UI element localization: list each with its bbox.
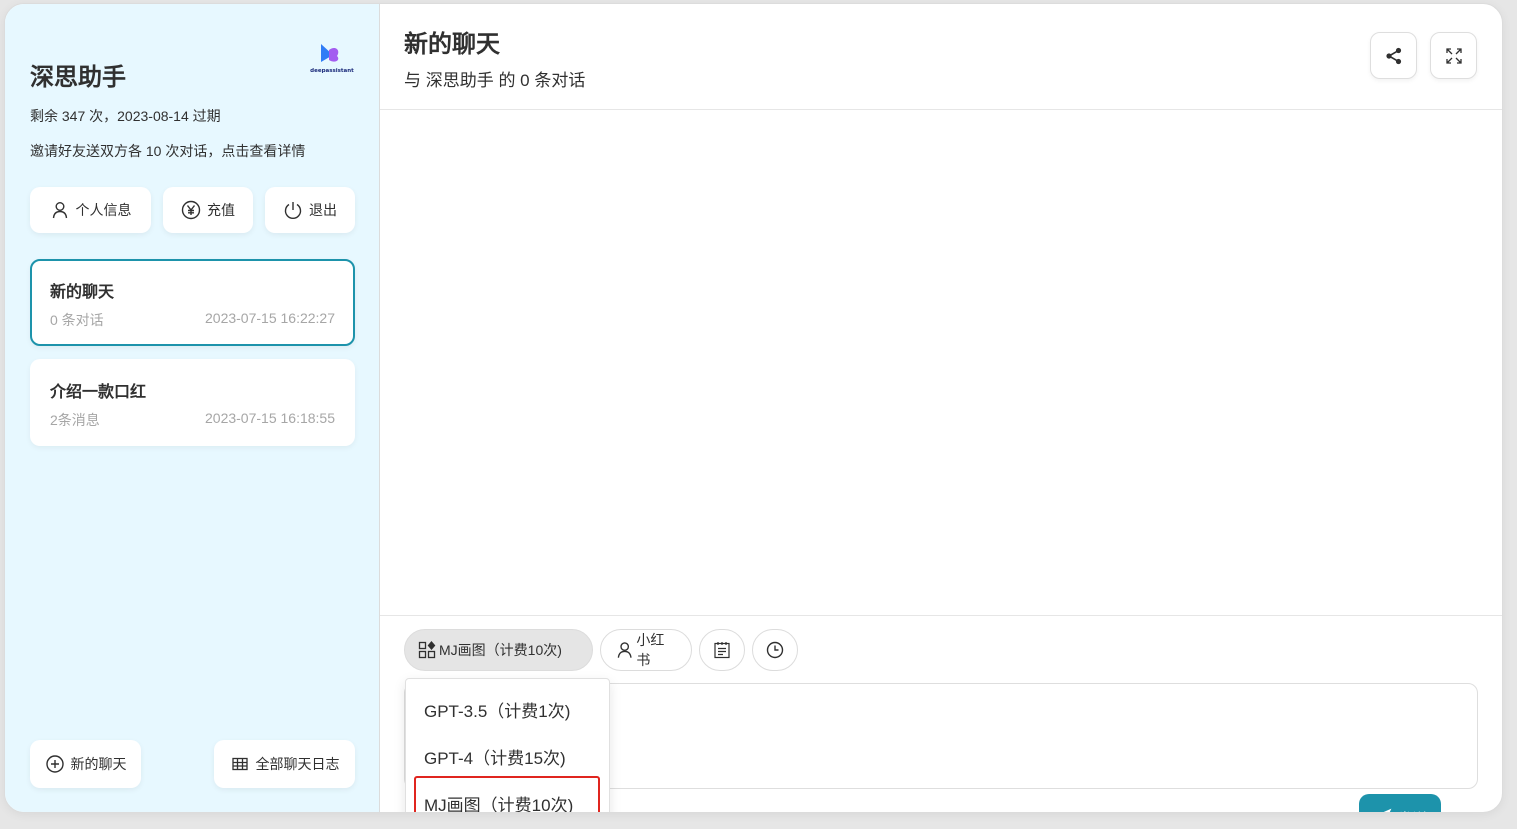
profile-button[interactable]: 个人信息 [30,187,151,233]
user-icon [52,202,67,219]
chat-item-title: 新的聊天 [50,284,115,301]
chat-item-time: 2023-07-15 16:22:27 [205,310,335,326]
recharge-label: 充值 [207,202,235,218]
chat-item-count: 2条消息 [50,412,100,428]
chat-item[interactable]: 介绍一款口红 2条消息 2023-07-15 16:18:55 [30,359,355,446]
model-option-gpt4[interactable]: GPT-4（计费15次) [424,744,566,769]
table-icon [231,757,248,771]
model-select-label: MJ画图（计费10次) [439,642,562,658]
model-dropdown-menu: GPT-3.5（计费1次) GPT-4（计费15次) MJ画图（计费10次) [405,678,610,812]
chat-main: 新的聊天 与 深思助手 的 0 条对话 MJ画图（计费10次) 小红书 GPT-… [380,4,1502,812]
chat-item-time: 2023-07-15 16:18:55 [205,410,335,426]
apps-icon [418,641,436,659]
new-chat-button[interactable]: 新的聊天 [30,740,141,788]
chat-toolbar: MJ画图（计费10次) 小红书 [404,629,798,671]
xiaohongshu-button[interactable]: 小红书 [600,629,692,671]
invite-link[interactable]: 邀请好友送双方各 10 次对话，点击查看详情 [30,141,305,161]
send-button[interactable]: 发送 [1359,794,1441,813]
share-button[interactable] [1370,32,1417,79]
logout-button[interactable]: 退出 [265,187,355,233]
model-select-button[interactable]: MJ画图（计费10次) [404,629,593,671]
recharge-button[interactable]: 充值 [163,187,253,233]
app-window: 深思助手 deepassistant 剩余 347 次，2023-08-14 过… [4,3,1503,813]
new-chat-label: 新的聊天 [70,756,127,772]
logout-label: 退出 [309,202,337,218]
fullscreen-button[interactable] [1430,32,1477,79]
sidebar-footer: 新的聊天 全部聊天日志 [30,740,355,788]
model-option-mj[interactable]: MJ画图（计费10次) [424,791,573,812]
expand-icon [1445,47,1462,64]
chat-header: 新的聊天 与 深思助手 的 0 条对话 [380,4,1502,110]
account-actions: 个人信息 充值 退出 [30,187,355,233]
add-circle-icon [45,755,64,773]
send-icon [1384,808,1392,812]
yen-icon [181,200,201,220]
chat-item-count: 0 条对话 [50,312,104,328]
chat-title: 新的聊天 [404,31,500,58]
profile-label: 个人信息 [75,202,132,218]
chat-item-title: 介绍一款口红 [50,384,147,401]
share-icon [1385,47,1401,64]
user-icon [617,642,632,658]
app-title: 深思助手 [30,64,126,91]
prompt-template-button[interactable] [699,629,745,671]
input-panel: MJ画图（计费10次) 小红书 发送 [380,615,1502,812]
usage-text: 剩余 347 次，2023-08-14 过期 [30,108,221,124]
send-label: 发送 [1397,808,1427,813]
history-button[interactable] [752,629,798,671]
message-area[interactable] [380,111,1502,612]
all-logs-label: 全部聊天日志 [255,756,340,772]
chat-subtitle: 与 深思助手 的 0 条对话 [404,71,586,90]
notepad-icon [714,642,730,659]
chat-item[interactable]: 新的聊天 0 条对话 2023-07-15 16:22:27 [30,259,355,346]
clock-icon [766,641,784,659]
svg-text:deepassistant: deepassistant [310,68,354,74]
model-option-gpt35[interactable]: GPT-3.5（计费1次) [424,697,570,722]
sidebar: 深思助手 deepassistant 剩余 347 次，2023-08-14 过… [5,4,380,812]
chat-list: 新的聊天 0 条对话 2023-07-15 16:22:27 介绍一款口红 2条… [30,259,355,459]
xiaohongshu-label: 小红书 [636,632,665,668]
app-logo: deepassistant [310,44,354,74]
all-logs-button[interactable]: 全部聊天日志 [214,740,355,788]
power-icon [284,202,302,219]
